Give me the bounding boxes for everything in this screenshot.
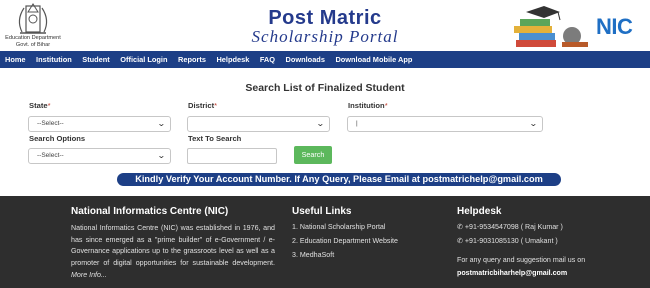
district-label: District* — [188, 101, 218, 110]
nav-student[interactable]: Student — [82, 55, 110, 64]
department-caption: Education Department Govt. of Bihar — [5, 35, 61, 48]
main-navigation: Home Institution Student Official Login … — [0, 51, 650, 68]
helpdesk-email-link[interactable]: postmatricbiharhelp@gmail.com — [457, 269, 567, 277]
helpdesk-note: For any query and suggestion mail us on — [457, 256, 586, 264]
nav-official-login[interactable]: Official Login — [120, 55, 167, 64]
bihar-emblem-logo — [18, 3, 48, 34]
chevron-down-icon: ⌄ — [529, 119, 539, 128]
nic-heading: National Informatics Centre (NIC) — [71, 206, 229, 217]
helpdesk-heading: Helpdesk — [457, 206, 502, 217]
page-title: Search List of Finalized Student — [245, 82, 405, 94]
helpdesk-phone-1: ✆ +91-9534547098 ( Raj Kumar ) — [457, 223, 563, 231]
link-medhasoft[interactable]: 3. MedhaSoft — [292, 251, 334, 259]
chevron-down-icon: ⌄ — [157, 119, 167, 128]
nav-institution[interactable]: Institution — [36, 55, 72, 64]
nav-reports[interactable]: Reports — [178, 55, 206, 64]
search-options-label: Search Options — [29, 134, 86, 143]
text-to-search-input[interactable] — [187, 148, 277, 164]
state-select[interactable]: --Select-- ⌄ — [28, 116, 171, 132]
phone-icon: ✆ — [457, 238, 463, 245]
phone-icon: ✆ — [457, 224, 463, 231]
nav-faq[interactable]: FAQ — [260, 55, 275, 64]
search-button[interactable]: Search — [294, 146, 332, 164]
portal-subtitle: Scholarship Portal — [251, 27, 399, 46]
site-header: Education Department Govt. of Bihar Post… — [0, 0, 650, 51]
nav-home[interactable]: Home — [5, 55, 26, 64]
chevron-down-icon: ⌄ — [157, 151, 167, 160]
more-info-link[interactable]: More Info... — [71, 271, 107, 279]
text-to-search-label: Text To Search — [188, 134, 242, 143]
link-education-department-website[interactable]: 2. Education Department Website — [292, 237, 398, 245]
search-options-select[interactable]: --Select-- ⌄ — [28, 148, 171, 164]
link-national-scholarship-portal[interactable]: 1. National Scholarship Portal — [292, 223, 385, 231]
chevron-down-icon: ⌄ — [316, 119, 326, 128]
institution-label: Institution* — [348, 101, 388, 110]
nic-description: National Informatics Centre (NIC) was es… — [71, 224, 275, 279]
helpdesk-phone-2: ✆ +91-9031085130 ( Umakant ) — [457, 237, 558, 245]
nav-download-mobile-app[interactable]: Download Mobile App — [335, 55, 412, 64]
notice-banner: Kindly Verify Your Account Number. If An… — [117, 173, 561, 186]
district-select[interactable]: ⌄ — [187, 116, 330, 132]
nav-downloads[interactable]: Downloads — [286, 55, 325, 64]
state-label: State* — [29, 101, 51, 110]
site-footer: National Informatics Centre (NIC) Nation… — [0, 196, 650, 288]
nav-helpdesk[interactable]: Helpdesk — [216, 55, 249, 64]
institution-select[interactable]: | ⌄ — [347, 116, 543, 132]
graduation-books-illustration — [514, 6, 588, 47]
nic-logo: NIC — [596, 14, 633, 39]
useful-links-heading: Useful Links — [292, 206, 352, 217]
